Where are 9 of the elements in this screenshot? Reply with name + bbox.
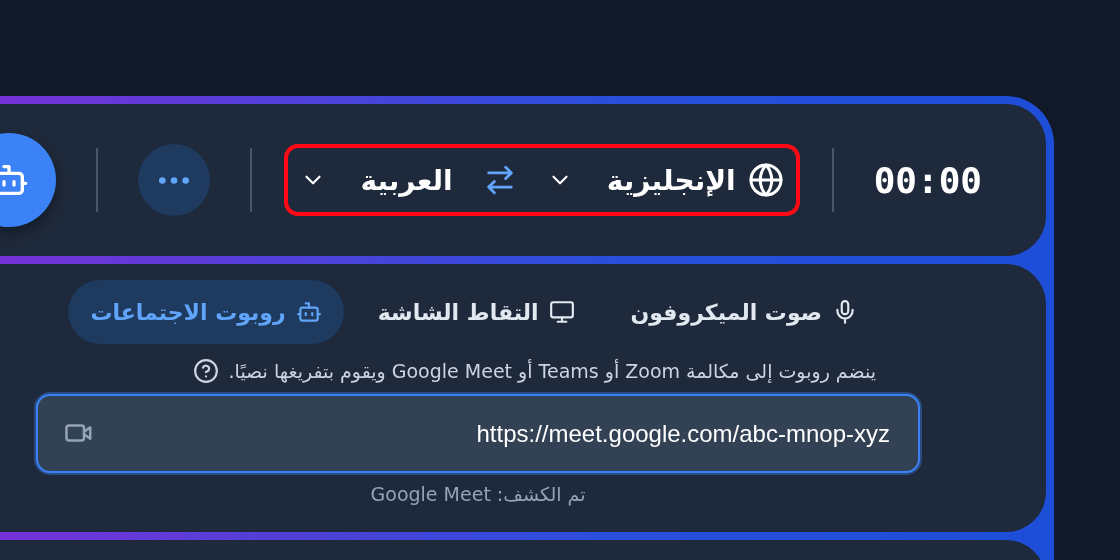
meeting-link-field[interactable]: https://meet.google.com/abc-mnop-xyz xyxy=(36,394,920,473)
detected-text: تم الكشف: Google Meet xyxy=(369,483,587,505)
timer-text: 00:00 xyxy=(873,159,982,201)
source-tab[interactable]: التقاط الشاشة xyxy=(355,280,597,344)
hint-text: ينضم روبوت إلى مكالمة Zoom أو Teams أو Google Meet ويقوم بتفريغها نصيًا. xyxy=(228,360,876,382)
source-language-dropdown[interactable]: الإنجليزية xyxy=(546,162,784,198)
source-tab[interactable]: صوت الميكروفون xyxy=(608,280,880,344)
target-language-dropdown[interactable]: العربية xyxy=(300,163,453,197)
source-tab[interactable]: روبوت الاجتماعات xyxy=(68,280,344,344)
